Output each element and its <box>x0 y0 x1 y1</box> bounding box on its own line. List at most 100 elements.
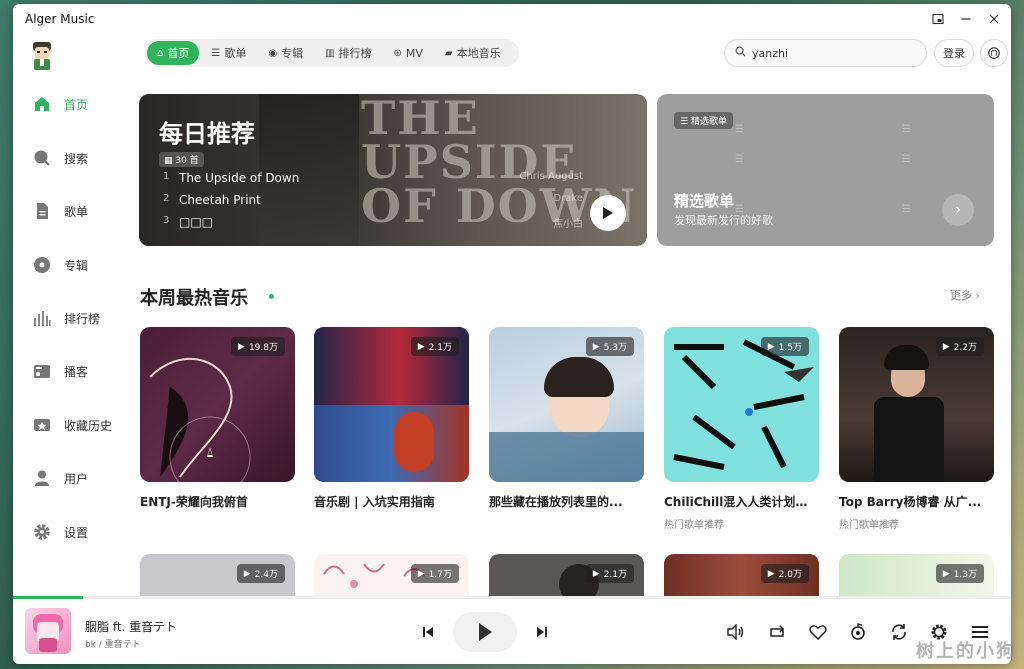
daily-song-row[interactable]: 2 Cheetah Print Drake <box>163 193 583 207</box>
playlist-card[interactable]: ▶ 2.0万 <box>664 554 819 596</box>
app-window: Alger Music 首页 搜索 歌单 专辑 排行榜 播客 收藏历史 用户 设… <box>13 4 1011 664</box>
search-icon <box>32 148 52 168</box>
sidebar-item-settings[interactable]: 设置 <box>32 521 88 543</box>
daily-song-row[interactable]: 1 The Upside of Down Chris August <box>163 171 583 185</box>
more-link[interactable]: 更多 › <box>950 287 980 303</box>
play-count-badge: ▶ 2.0万 <box>760 564 809 583</box>
sidebar-item-label: 搜索 <box>64 151 89 166</box>
playlist-card[interactable]: ▶ 2.1万 音乐剧 | 入坑实用指南 <box>314 327 469 510</box>
sidebar-item-album[interactable]: 专辑 <box>32 254 88 276</box>
playlist-card[interactable]: ▶ 1.5万 ChiliChill混入人类计划2... 热门歌单推荐 <box>664 327 819 531</box>
featured-playlist-card[interactable]: ☰ ☰ ☰ ☰ ☰ ☰ ☰ 精选歌单 精选歌单 发现最新发行的好歌 › <box>657 94 994 246</box>
sidebar-item-playlist[interactable]: 歌单 <box>32 200 88 222</box>
sidebar-item-label: 首页 <box>64 97 89 112</box>
sidebar-item-user[interactable]: 用户 <box>32 467 88 489</box>
playlist-card[interactable]: ▶ 2.2万 Top Barry杨博睿 从广... 热门歌单推荐 <box>839 327 994 531</box>
playlist-card[interactable]: ▶ 2.1万 <box>489 554 644 596</box>
play-count-badge: ▶ 2.4万 <box>236 564 285 583</box>
play-icon: ▶ <box>767 341 775 352</box>
sidebar-item-history[interactable]: 收藏历史 <box>32 414 112 436</box>
playlist-title: ChiliChill混入人类计划2... <box>664 495 814 509</box>
play-daily-button[interactable] <box>590 195 626 231</box>
sync-icon[interactable] <box>888 622 910 642</box>
home-icon <box>32 94 52 114</box>
sidebar-item-podcast[interactable]: 播客 <box>32 360 88 382</box>
playlist-cover: ▶ 5.3万 <box>489 327 644 482</box>
play-icon: ▶ <box>238 341 245 352</box>
disc-icon <box>32 255 52 275</box>
section-dot <box>269 294 274 299</box>
section-title: 本周最热音乐 <box>140 288 248 309</box>
sidebar: 首页 搜索 歌单 专辑 排行榜 播客 收藏历史 用户 设置 <box>13 36 123 596</box>
daily-recommend-banner[interactable]: THE UPSIDE OF DOWN 每日推荐 ▦ 30 首 1 The Upsid… <box>139 94 647 246</box>
player-bar: 胭脂 ft. 重音テト bk / 重音テト <box>13 599 1011 664</box>
play-icon: ▶ <box>767 568 775 579</box>
tab-local-music[interactable]: ▰ 本地音乐 <box>435 41 511 65</box>
now-playing-cover[interactable] <box>25 608 71 654</box>
search-box[interactable] <box>724 39 927 67</box>
now-playing-title: 胭脂 ft. 重音テト <box>85 620 178 634</box>
playlist-card[interactable]: ▶ 1.7万 <box>314 554 469 596</box>
disc-icon: ◉ <box>268 47 278 59</box>
tab-mv[interactable]: ⊛ MV <box>384 41 433 65</box>
app-title: Alger Music <box>25 12 95 26</box>
play-count-badge: ▶ 2.1万 <box>410 337 459 356</box>
tab-home[interactable]: ⌂ 首页 <box>147 41 200 65</box>
volume-icon[interactable] <box>725 622 747 642</box>
login-button[interactable]: 登录 <box>934 39 974 67</box>
list-icon: ☰ <box>735 124 744 135</box>
sound-effect-icon[interactable] <box>847 622 869 642</box>
play-button[interactable] <box>453 612 517 652</box>
playlist-cover: ▶ 1.5万 <box>664 327 819 482</box>
playlist-card[interactable]: ▶ 5.3万 那些藏在播放列表里的... <box>489 327 644 510</box>
sidebar-item-ranking[interactable]: 排行榜 <box>32 307 100 329</box>
featured-tag: ☰ 精选歌单 <box>674 112 733 129</box>
playlist-cover: ▶ 19.8万 <box>140 327 295 482</box>
sidebar-item-label: 播客 <box>64 364 89 379</box>
tab-ranking[interactable]: ▥ 排行榜 <box>315 41 381 65</box>
play-count-badge: ▶ 1.7万 <box>410 564 459 583</box>
play-icon: ▶ <box>417 568 425 579</box>
playlist-title: 音乐剧 | 入坑实用指南 <box>314 495 435 509</box>
github-icon[interactable] <box>980 39 1008 67</box>
search-input[interactable] <box>752 46 902 60</box>
playlist-cover: ▶ 2.1万 <box>314 327 469 482</box>
list-icon: ☰ <box>211 47 221 59</box>
minimize-icon[interactable] <box>957 10 975 28</box>
close-icon[interactable] <box>985 10 1003 28</box>
play-icon: ▶ <box>417 341 425 352</box>
playlist-cover: ▶ 2.2万 <box>839 327 994 482</box>
daily-song-row[interactable]: 3 □□□ 焦小白 <box>163 215 583 230</box>
play-count-badge: ▶ 1.5万 <box>760 337 809 356</box>
sidebar-item-label: 专辑 <box>64 258 89 273</box>
play-icon: ▶ <box>592 568 600 579</box>
heart-icon[interactable] <box>807 622 829 642</box>
previous-icon[interactable] <box>419 623 437 641</box>
sidebar-item-search[interactable]: 搜索 <box>32 147 88 169</box>
mini-mode-icon[interactable] <box>929 10 947 28</box>
playlist-card[interactable]: ▶ 19.8万 ENTJ-荣耀向我俯首 <box>140 327 295 510</box>
tab-album[interactable]: ◉ 专辑 <box>258 41 313 65</box>
search-icon <box>735 46 746 60</box>
playlist-subtitle: 热门歌单推荐 <box>664 520 724 531</box>
play-icon: ▶ <box>942 341 950 352</box>
chart-icon: ▥ <box>325 47 335 59</box>
play-count-badge: ▶ 1.3万 <box>935 564 984 583</box>
play-count-badge: ▶ 2.2万 <box>935 337 984 356</box>
chevron-right-icon[interactable]: › <box>942 194 974 226</box>
playlist-card[interactable]: ▶ 1.3万 <box>839 554 994 596</box>
title-bar: Alger Music <box>13 4 1011 36</box>
play-icon: ▶ <box>942 568 950 579</box>
radio-icon <box>32 361 52 381</box>
song-count-badge: ▦ 30 首 <box>159 152 204 167</box>
repeat-icon[interactable] <box>766 622 788 642</box>
playlist-card[interactable]: ▶ 2.4万 <box>140 554 295 596</box>
tab-playlist[interactable]: ☰ 歌单 <box>201 41 256 65</box>
user-avatar[interactable] <box>30 42 54 70</box>
list-icon: ☰ <box>902 154 911 165</box>
sidebar-item-label: 用户 <box>64 471 89 486</box>
sidebar-item-home[interactable]: 首页 <box>32 93 88 115</box>
top-nav-tabs: ⌂ 首页 ☰ 歌单 ◉ 专辑 ▥ 排行榜 ⊛ MV ▰ 本地音乐 <box>145 39 519 67</box>
playlist-title: 那些藏在播放列表里的... <box>489 495 623 509</box>
next-icon[interactable] <box>533 623 551 641</box>
